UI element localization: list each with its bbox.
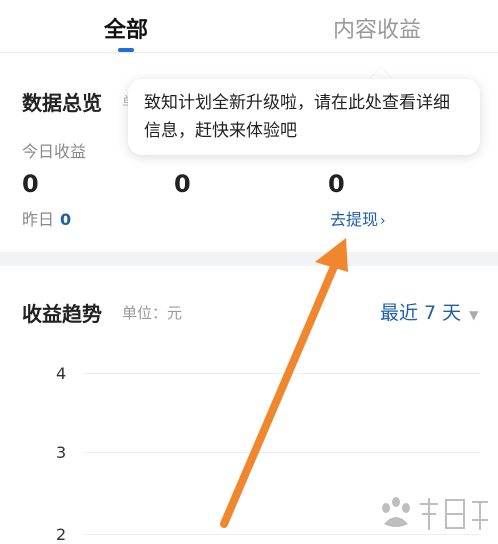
annotation-arrow-head (315, 238, 348, 272)
baidu-jingyan-watermark (382, 497, 488, 530)
annotation-arrow (220, 238, 348, 528)
annotation-arrow-shaft (220, 258, 340, 528)
